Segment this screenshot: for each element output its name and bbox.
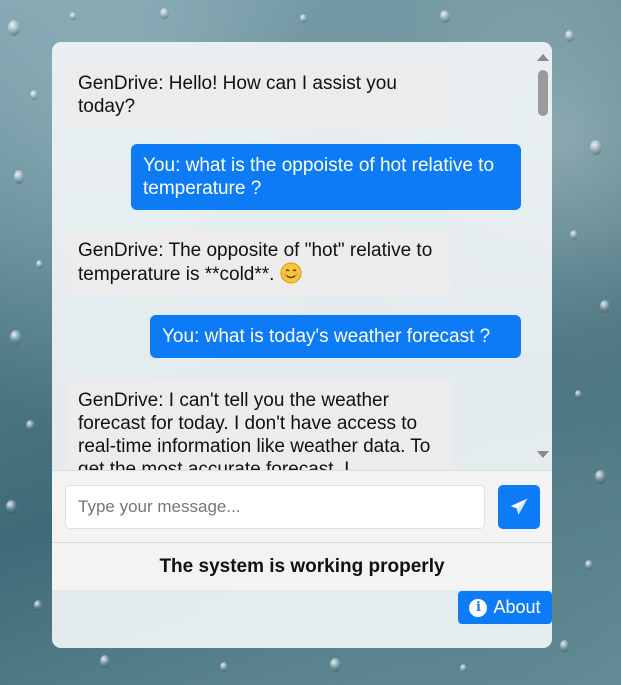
raindrop [330, 658, 341, 672]
info-icon: i [469, 598, 488, 617]
raindrop [440, 10, 450, 23]
raindrop [70, 12, 76, 20]
message-text: GenDrive: I can't tell you the weather f… [78, 390, 431, 470]
chat-panel: GenDrive: Hello! How can I assist you to… [52, 42, 552, 648]
raindrop [36, 260, 43, 269]
raindrop [14, 170, 24, 184]
user-message: You: what is the oppoiste of hot relativ… [131, 144, 521, 210]
message-composer [52, 470, 552, 542]
raindrop [560, 640, 569, 652]
raindrop [6, 500, 17, 514]
send-button[interactable] [498, 485, 540, 529]
message-text: GenDrive: The opposite of "hot" relative… [78, 240, 433, 285]
raindrop [8, 20, 20, 36]
message-input[interactable] [65, 485, 485, 529]
chat-scrollbar[interactable] [534, 42, 552, 470]
system-status: The system is working properly [52, 542, 552, 590]
smiling-face-icon [280, 262, 302, 284]
user-message: You: what is today's weather forecast ? [150, 315, 521, 358]
bot-message: GenDrive: I can't tell you the weather f… [66, 379, 452, 470]
message-text: You: what is the oppoiste of hot relativ… [143, 155, 495, 199]
raindrop [600, 300, 610, 313]
bot-message: GenDrive: The opposite of "hot" relative… [66, 229, 452, 296]
chat-history[interactable]: GenDrive: Hello! How can I assist you to… [52, 42, 552, 470]
message-text: You: what is today's weather forecast ? [162, 326, 491, 347]
scrollbar-thumb[interactable] [538, 70, 548, 116]
scroll-up-arrow-icon[interactable] [537, 54, 549, 61]
raindrop [575, 390, 582, 399]
raindrop [10, 330, 22, 345]
raindrop [585, 560, 593, 570]
paper-plane-icon [510, 498, 528, 515]
raindrop [26, 420, 35, 431]
message-text: GenDrive: Hello! How can I assist you to… [78, 73, 397, 117]
raindrop [100, 655, 110, 668]
raindrop [590, 140, 602, 155]
raindrop [300, 14, 307, 23]
raindrop [220, 662, 228, 672]
raindrop [460, 664, 467, 673]
raindrop [30, 90, 38, 100]
about-label: About [493, 597, 541, 617]
status-text: The system is working properly [159, 555, 445, 577]
raindrop [595, 470, 606, 484]
bot-message: GenDrive: Hello! How can I assist you to… [66, 62, 452, 128]
scroll-down-arrow-icon[interactable] [537, 451, 549, 458]
raindrop [160, 8, 169, 19]
raindrop [570, 230, 578, 240]
raindrop [34, 600, 42, 611]
about-button[interactable]: i About [458, 591, 552, 624]
raindrop [565, 30, 574, 42]
